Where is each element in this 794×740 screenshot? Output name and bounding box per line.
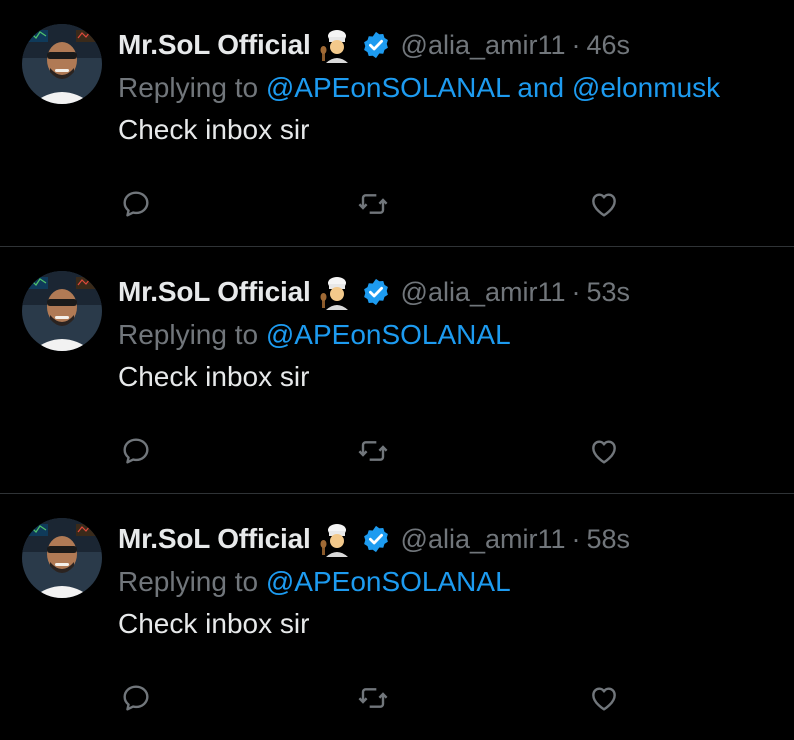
like-icon — [592, 193, 616, 217]
like-button[interactable] — [586, 433, 622, 469]
cook-emoji-icon — [319, 274, 355, 310]
tweet-actions — [0, 186, 794, 222]
verified-badge-icon — [361, 277, 391, 307]
tweet[interactable]: Mr.SoL Official — [0, 494, 794, 740]
tweet-content: Mr.SoL Official — [118, 275, 774, 393]
tweet-text: Check inbox sir — [118, 608, 310, 639]
separator-dot: · — [571, 523, 581, 554]
author-name[interactable]: Mr.SoL Official — [118, 523, 311, 555]
like-button[interactable] — [586, 680, 622, 716]
retweet-icon — [358, 688, 388, 708]
author-name[interactable]: Mr.SoL Official — [118, 29, 311, 61]
replying-to: Replying to @APEonSOLANAL and @elonmusk — [118, 72, 774, 104]
timestamp[interactable]: 53s — [587, 277, 631, 308]
verified-badge-icon — [361, 524, 391, 554]
tweet-content: Mr.SoL Official — [118, 522, 774, 640]
author-handle[interactable]: @alia_amir11 — [401, 30, 566, 61]
tweet-actions — [0, 680, 794, 716]
verified-badge-icon — [361, 30, 391, 60]
timestamp[interactable]: 46s — [587, 30, 631, 61]
retweet-button[interactable] — [355, 186, 391, 222]
tweet-header: Mr.SoL Official — [118, 521, 774, 557]
retweet-icon — [358, 441, 388, 461]
mention-conjunction: and — [517, 72, 565, 103]
reply-button[interactable] — [118, 680, 154, 716]
tweet-actions — [0, 433, 794, 469]
reply-icon — [123, 438, 149, 464]
tweet-text: Check inbox sir — [118, 361, 310, 392]
retweet-icon — [358, 194, 388, 214]
replying-prefix: Replying to — [118, 319, 259, 350]
tweet[interactable]: Mr.SoL Official — [0, 247, 794, 493]
replying-prefix: Replying to — [118, 566, 259, 597]
mention-link[interactable]: @elonmusk — [572, 72, 720, 103]
separator-dot: · — [571, 29, 581, 60]
retweet-button[interactable] — [355, 680, 391, 716]
tweet-header: Mr.SoL Official — [118, 274, 774, 310]
avatar[interactable] — [22, 518, 102, 598]
reply-feed: Mr.SoL Official @alia_amir11 · 46s Reply… — [0, 0, 794, 730]
reply-icon — [123, 685, 149, 711]
like-button[interactable] — [586, 186, 622, 222]
author-handle[interactable]: @alia_amir11 — [401, 524, 566, 555]
tweet-text: Check inbox sir — [118, 114, 310, 145]
mention-link[interactable]: @APEonSOLANAL — [266, 566, 511, 597]
retweet-button[interactable] — [355, 433, 391, 469]
cook-emoji-icon — [319, 27, 355, 63]
reply-icon — [123, 191, 149, 217]
timestamp[interactable]: 58s — [587, 524, 631, 555]
like-icon — [592, 687, 616, 711]
reply-button[interactable] — [118, 186, 154, 222]
author-handle[interactable]: @alia_amir11 — [401, 277, 566, 308]
mention-link[interactable]: @APEonSOLANAL — [266, 72, 510, 103]
replying-to: Replying to @APEonSOLANAL — [118, 319, 774, 351]
cook-emoji-icon — [319, 521, 355, 557]
reply-button[interactable] — [118, 433, 154, 469]
author-name[interactable]: Mr.SoL Official — [118, 276, 311, 308]
mention-link[interactable]: @APEonSOLANAL — [266, 319, 511, 350]
separator-dot: · — [571, 276, 581, 307]
avatar[interactable] — [22, 271, 102, 351]
replying-prefix: Replying to — [118, 72, 259, 103]
replying-to: Replying to @APEonSOLANAL — [118, 566, 774, 598]
tweet-content: Mr.SoL Official — [118, 28, 774, 146]
like-icon — [592, 440, 616, 464]
avatar[interactable] — [22, 24, 102, 104]
tweet[interactable]: Mr.SoL Official — [0, 0, 794, 246]
tweet-header: Mr.SoL Official — [118, 27, 774, 63]
